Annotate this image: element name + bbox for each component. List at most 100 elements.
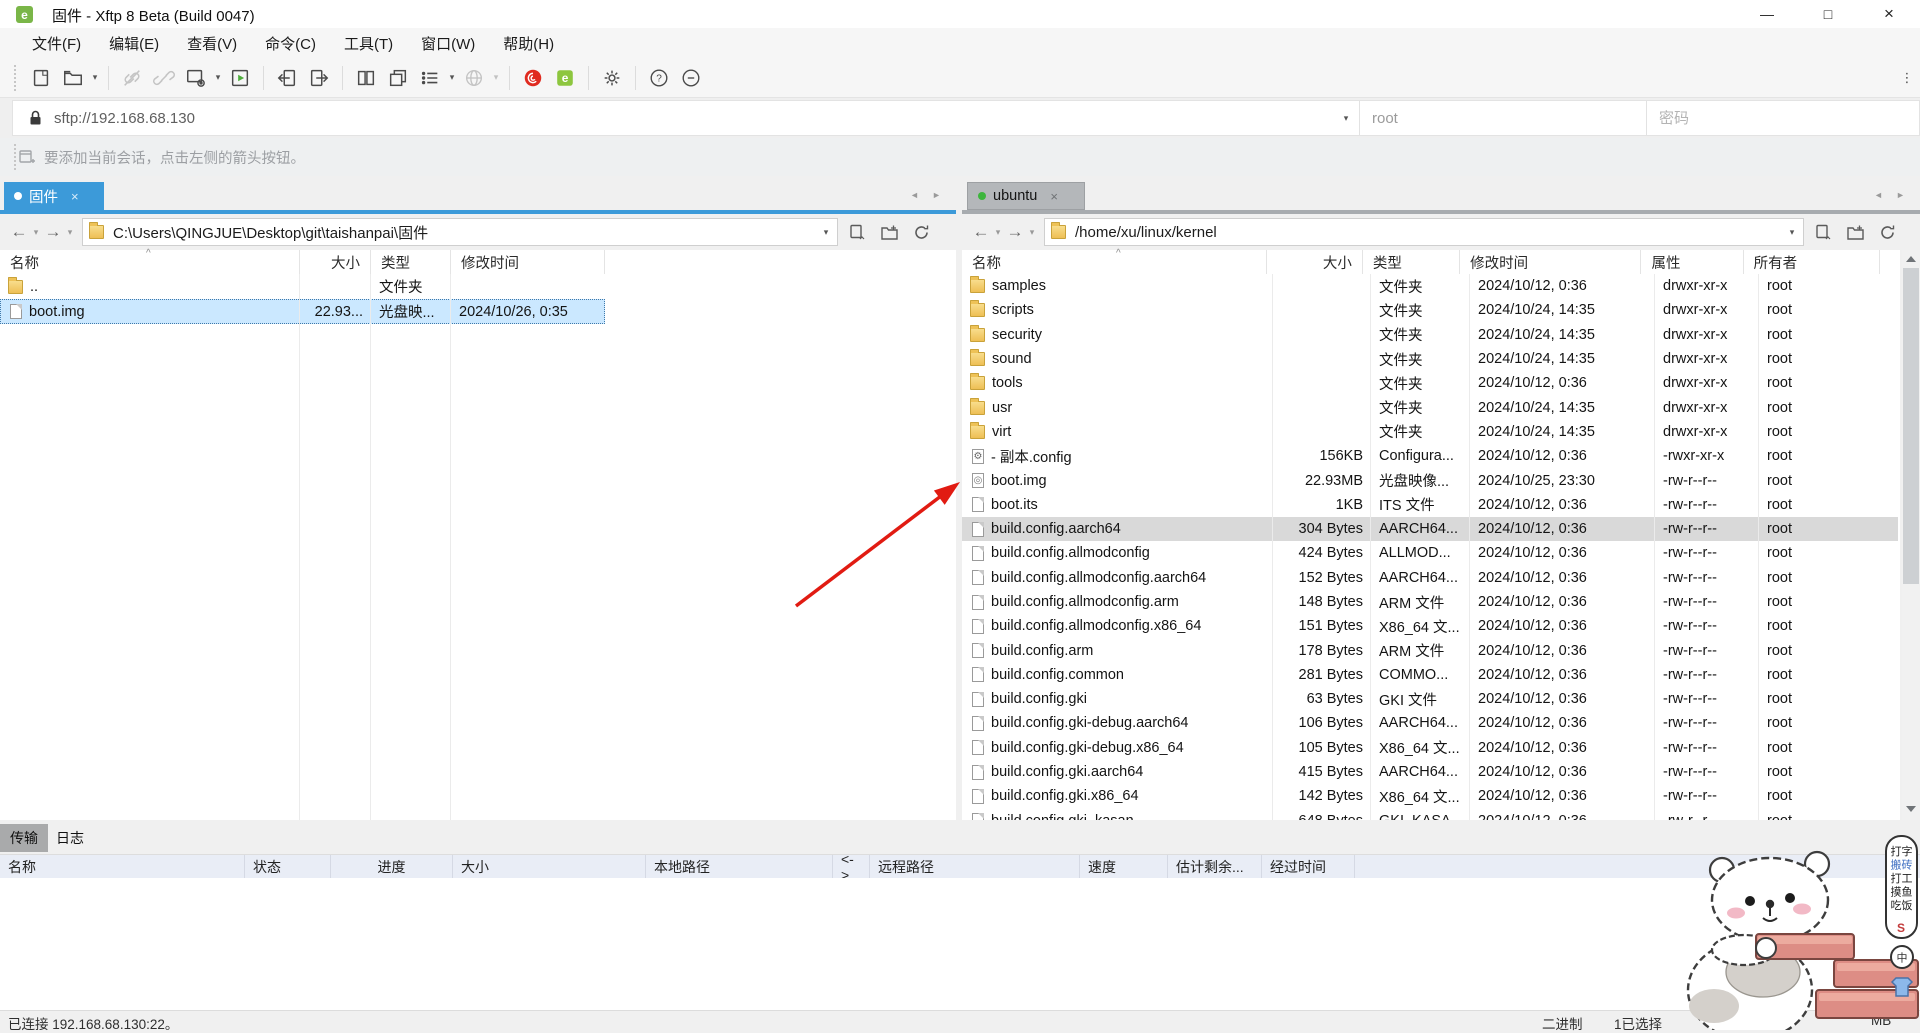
username-input[interactable] [1370, 109, 1646, 128]
column-gridline [370, 274, 371, 820]
file-name: build.config.gki-debug.x86_64 [991, 740, 1184, 756]
url-dropdown-icon[interactable]: ▾ [1333, 113, 1359, 124]
file-icon [972, 692, 984, 707]
transfer-column-header[interactable]: 估计剩余... [1168, 855, 1262, 879]
column-header[interactable]: 名称 [962, 250, 1267, 274]
file-name: boot.img [991, 473, 1047, 489]
file-row[interactable]: ..文件夹 [0, 274, 605, 299]
tab-scroll-left-icon[interactable]: ◄ [910, 190, 925, 200]
back-icon[interactable]: ← [8, 222, 30, 242]
password-input[interactable] [1657, 109, 1919, 128]
scroll-down-icon[interactable] [1904, 802, 1918, 816]
path-dropdown-icon[interactable]: ▾ [821, 227, 831, 238]
tab-transfer[interactable]: 传输 [0, 824, 48, 852]
info-bar-text: 要添加当前会话，点击左侧的箭头按钮。 [44, 147, 305, 168]
back-caret-icon[interactable]: ▾ [30, 227, 42, 238]
scroll-up-icon[interactable] [1904, 252, 1918, 266]
tab-scroll-left-icon[interactable]: ◄ [1874, 190, 1889, 200]
forward-icon[interactable]: → [42, 222, 64, 242]
column-header[interactable]: 修改时间 [451, 250, 605, 274]
new-folder-icon[interactable] [1842, 219, 1868, 245]
menu-item[interactable]: 窗口(W) [407, 28, 489, 58]
transfer-column-header[interactable]: 状态 [245, 855, 331, 879]
session-properties-caret-icon[interactable]: ▾ [213, 72, 223, 83]
tab-remote-session[interactable]: ubuntu × [967, 182, 1085, 210]
file-name: build.config.arm [991, 643, 1093, 659]
transfer-column-header[interactable]: 远程路径 [870, 855, 1080, 879]
back-caret-icon[interactable]: ▾ [992, 227, 1004, 238]
refresh-icon[interactable] [908, 219, 934, 245]
about-icon[interactable] [676, 64, 706, 92]
tab-scroll-right-icon[interactable]: ► [932, 190, 947, 200]
info-bar: 要添加当前会话，点击左侧的箭头按钮。 [0, 138, 1920, 176]
toolbar-overflow-icon[interactable]: ⋮ [1900, 70, 1914, 86]
tab-log[interactable]: 日志 [46, 824, 94, 852]
file-name: security [992, 327, 1042, 343]
transfer-right-icon[interactable] [304, 64, 334, 92]
back-icon[interactable]: ← [970, 222, 992, 242]
column-header[interactable]: 属性 [1641, 250, 1743, 274]
file-row[interactable]: boot.img22.93...光盘映...2024/10/26, 0:35 [0, 299, 605, 324]
column-header[interactable]: 修改时间 [1460, 250, 1641, 274]
scrollbar-thumb[interactable] [1903, 268, 1919, 584]
refresh-icon[interactable] [1874, 219, 1900, 245]
menu-item[interactable]: 文件(F) [18, 28, 95, 58]
tab-close-icon[interactable]: × [1050, 189, 1058, 204]
transfer-column-header[interactable]: 大小 [453, 855, 646, 879]
path-folder-icon [89, 225, 104, 239]
transfer-column-header[interactable]: <-> [833, 855, 870, 879]
menu-item[interactable]: 帮助(H) [489, 28, 568, 58]
minimize-button[interactable]: — [1744, 0, 1790, 28]
path-dropdown-icon[interactable]: ▾ [1787, 227, 1797, 238]
close-button[interactable]: × [1866, 0, 1912, 28]
maximize-button[interactable]: □ [1805, 0, 1851, 28]
forward-icon[interactable]: → [1004, 222, 1026, 242]
tab-close-icon[interactable]: × [71, 189, 79, 204]
transfer-column-header[interactable]: 进度 [331, 855, 453, 879]
column-header[interactable]: 类型 [371, 250, 451, 274]
menu-item[interactable]: 编辑(E) [95, 28, 173, 58]
transfer-column-header[interactable]: 本地路径 [646, 855, 833, 879]
menu-item[interactable]: 查看(V) [173, 28, 251, 58]
new-tab-icon[interactable] [26, 64, 56, 92]
run-icon[interactable] [225, 64, 255, 92]
local-path-input[interactable] [111, 223, 821, 242]
url-input[interactable] [52, 109, 1333, 128]
new-folder-icon[interactable] [876, 219, 902, 245]
help-icon[interactable]: ? [644, 64, 674, 92]
open-session-caret-icon[interactable]: ▾ [90, 72, 100, 83]
remote-path-input[interactable] [1073, 223, 1787, 242]
column-header[interactable]: 所有者 [1744, 250, 1880, 274]
menu-item[interactable]: 命令(C) [251, 28, 330, 58]
list-view-icon[interactable] [415, 64, 445, 92]
transfer-column-header[interactable]: 速度 [1080, 855, 1168, 879]
session-properties-icon[interactable] [181, 64, 211, 92]
list-view-caret-icon[interactable]: ▾ [447, 72, 457, 83]
file-name: build.config.allmodconfig [991, 545, 1150, 561]
transfer-left-icon[interactable] [272, 64, 302, 92]
favorites-icon[interactable] [1810, 219, 1836, 245]
forward-caret-icon[interactable]: ▾ [1026, 227, 1038, 238]
arrange-windows-icon[interactable] [351, 64, 381, 92]
column-header[interactable]: 大小 [300, 250, 371, 274]
column-header[interactable]: 类型 [1363, 250, 1460, 274]
tab-scroll-right-icon[interactable]: ► [1896, 190, 1911, 200]
file-name: virt [992, 424, 1011, 440]
local-file-list: ..文件夹boot.img22.93...光盘映...2024/10/26, 0… [0, 274, 956, 820]
xshell-icon[interactable] [518, 64, 548, 92]
settings-gear-icon[interactable] [597, 64, 627, 92]
scrollbar[interactable] [1902, 250, 1920, 820]
column-header-filler [1880, 250, 1900, 274]
forward-caret-icon[interactable]: ▾ [64, 227, 76, 238]
xftp-icon[interactable]: e [550, 64, 580, 92]
favorites-icon[interactable] [844, 219, 870, 245]
encoding-caret-icon: ▾ [491, 72, 501, 83]
transfer-column-header[interactable]: 经过时间 [1262, 855, 1355, 879]
column-header[interactable]: 大小 [1267, 250, 1363, 274]
menu-bar: 文件(F)编辑(E)查看(V)命令(C)工具(T)窗口(W)帮助(H) [0, 28, 1920, 58]
transfer-column-header[interactable]: 名称 [0, 855, 245, 879]
open-session-icon[interactable] [58, 64, 88, 92]
menu-item[interactable]: 工具(T) [330, 28, 407, 58]
tab-local-session[interactable]: 固件 × [4, 182, 104, 210]
clone-tab-icon[interactable] [383, 64, 413, 92]
